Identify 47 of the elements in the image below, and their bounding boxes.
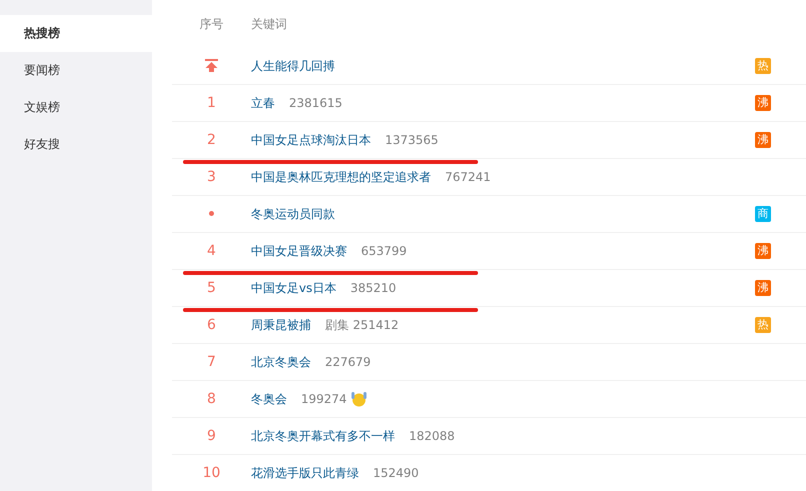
tag-label: 商 [755, 206, 771, 222]
search-count: 182088 [409, 428, 455, 445]
keyword-link[interactable]: 冬奥会 [251, 390, 287, 408]
search-count: 2381615 [289, 95, 342, 112]
sidebar-item[interactable]: 热搜榜 [0, 15, 152, 52]
keyword-link[interactable]: 周秉昆被捕 [251, 316, 311, 334]
keyword-link[interactable]: 立春 [251, 94, 275, 112]
keyword-link[interactable]: 北京冬奥会 [251, 353, 311, 371]
keyword-link[interactable]: 中国女足vs日本 [251, 279, 336, 297]
tag-label: 沸 [755, 132, 771, 148]
keyword-link[interactable]: 冬奥运动员同款 [251, 205, 335, 223]
rank-number: 7 [207, 354, 216, 370]
tag-label: 沸 [755, 243, 771, 259]
sidebar-item[interactable]: 好友搜 [0, 126, 152, 163]
keyword-link[interactable]: 中国是奥林匹克理想的坚定追求者 [251, 168, 431, 186]
tag-label: 沸 [755, 95, 771, 111]
sidebar-item[interactable]: 文娱榜 [0, 89, 152, 126]
search-count: 653799 [361, 243, 407, 260]
rank-number: 5 [207, 280, 216, 296]
tag-label: 热 [755, 58, 771, 74]
keyword-link[interactable]: 中国女足点球淘汰日本 [251, 131, 371, 149]
keyword-link[interactable]: 北京冬奥开幕式有多不一样 [251, 427, 395, 445]
column-header: 序号 [200, 17, 224, 31]
search-count: 767241 [445, 169, 491, 186]
column-header: 关键词 [251, 16, 287, 33]
rank-number: 3 [207, 168, 216, 184]
search-count: 152490 [373, 465, 419, 482]
rank-number: 9 [207, 428, 216, 444]
rank-number: 10 [202, 464, 220, 480]
tag-label: 沸 [755, 280, 771, 296]
rank-number: 4 [207, 242, 216, 258]
rank-number: 1 [207, 94, 216, 110]
search-count: 385210 [350, 280, 396, 297]
rank-number: 2 [207, 132, 216, 148]
keyword-link[interactable]: 中国女足晋级决赛 [251, 242, 347, 260]
search-count: 227679 [325, 354, 371, 371]
search-count: 199274 [301, 391, 347, 408]
keyword-link[interactable]: 花滑选手版只此青绿 [251, 464, 359, 482]
sidebar-item[interactable]: 要闻榜 [0, 52, 152, 89]
search-count: 剧集 251412 [325, 317, 399, 334]
search-count: 1373565 [385, 132, 438, 149]
rank-number: 6 [207, 316, 216, 332]
tag-label: 热 [755, 317, 771, 333]
keyword-link[interactable]: 人生能得几回搏 [251, 57, 335, 75]
dot-icon [209, 211, 214, 216]
rank-number: 8 [207, 390, 216, 406]
pin-top-icon [205, 59, 218, 72]
